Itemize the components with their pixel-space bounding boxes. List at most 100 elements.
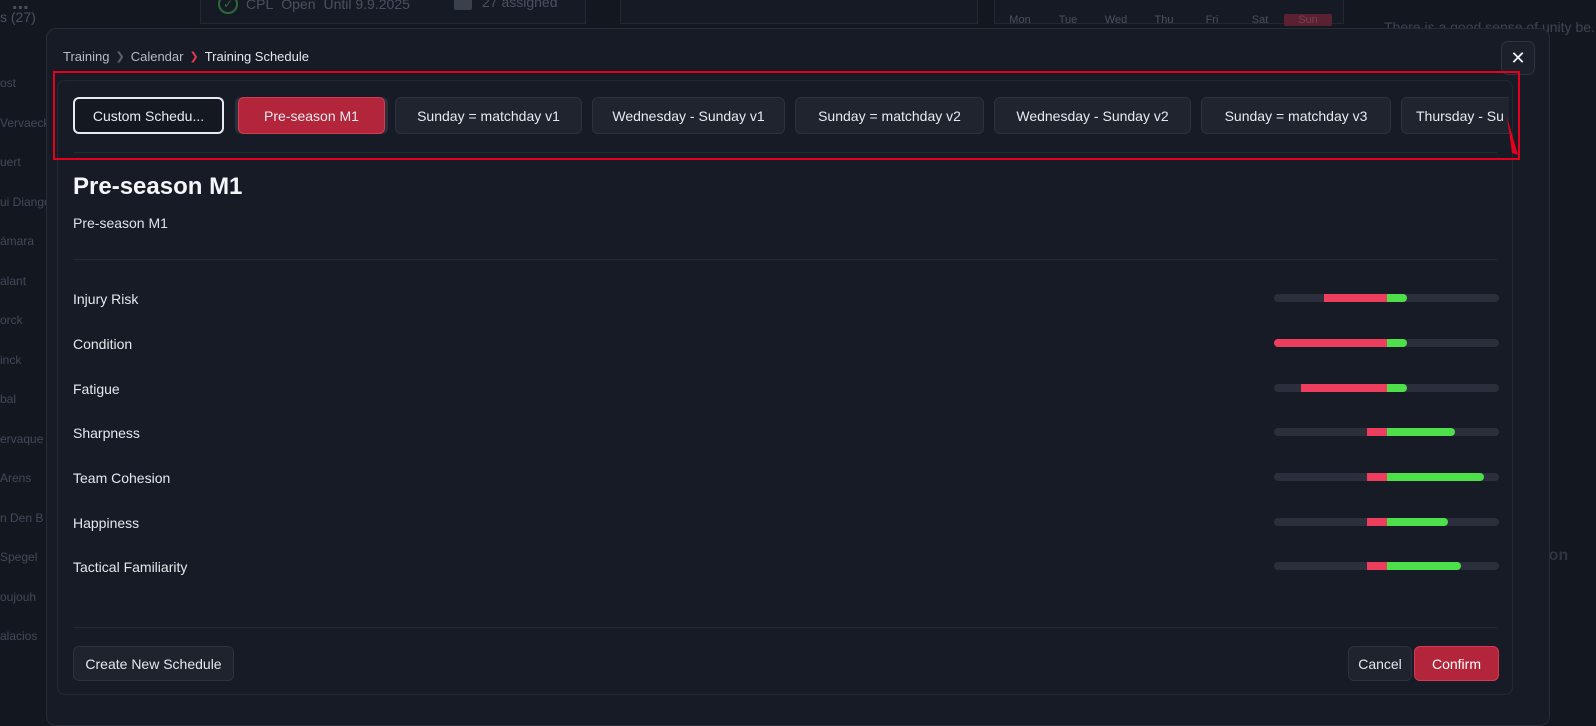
stat-bar-negative [1274,339,1387,347]
stat-bar [1274,384,1499,392]
tab-label: Custom Schedu... [92,107,205,124]
stat-bar-negative [1300,384,1387,392]
stat-bar [1274,473,1499,481]
bg-assigned-label: 27 assigned [482,0,558,10]
bg-player-name: Vervaeck [0,115,50,130]
stat-bar-negative [1323,294,1387,302]
training-schedule-modal: Training ❯ Calendar ❯ Training Schedule … [46,28,1550,726]
tab-pre-season-m1[interactable]: Pre-season M1 [238,97,385,134]
tab-wednesday-sunday-v1[interactable]: Wednesday - Sunday v1 [592,97,785,134]
stat-row-team-cohesion: Team Cohesion [73,463,1499,493]
schedule-title: Pre-season M1 [73,173,243,200]
stat-row-injury-risk: Injury Risk [73,284,1499,314]
bg-assigned: 27 assigned [454,0,558,10]
stat-bar [1274,518,1499,526]
tab-label: Pre-season M1 [264,107,359,124]
divider [73,627,1497,628]
stat-row-sharpness: Sharpness [73,418,1499,448]
stat-row-fatigue: Fatigue [73,374,1499,404]
breadcrumb-training-schedule: Training Schedule [204,49,309,64]
bg-player-name: uert [0,155,21,169]
bg-day: Tue [1058,14,1078,26]
divider [73,152,1497,153]
stat-bar-negative [1366,518,1387,526]
bg-player-name: orck [0,313,23,327]
tab-sunday-matchday-v2[interactable]: Sunday = matchday v2 [795,97,984,134]
tab-wednesday-sunday-v2[interactable]: Wednesday - Sunday v2 [994,97,1191,134]
bg-status: ✓ CPL Open Until 9.9.2025 [218,0,410,14]
stat-bar-positive [1386,562,1461,570]
bg-player-list: ost Vervaeck uert ui Diango ámara alant … [0,76,51,669]
bg-player-name: oujouh [0,589,37,604]
bg-day-sunday: Sun [1284,14,1332,26]
breadcrumb-calendar[interactable]: Calendar [131,49,184,64]
stat-label: Happiness [73,515,140,531]
close-button[interactable]: ✕ [1501,41,1535,75]
bg-day: Mon [1009,14,1031,26]
close-icon: ✕ [1510,47,1526,68]
bg-team-count: s (27) [0,9,36,25]
create-new-schedule-button[interactable]: Create New Schedule [73,646,234,681]
bg-status-value: Open [281,0,316,12]
tab-label: Sunday = matchday v1 [417,107,560,124]
bg-day: Thu [1154,14,1174,26]
breadcrumb-training[interactable]: Training [63,49,109,64]
bg-player-name: alant [0,273,27,288]
tab-label: Thursday - Su [1416,107,1504,124]
stat-bar-positive [1386,473,1484,481]
chevron-right-icon: ❯ [115,51,125,63]
bg-player-name: n Den B [0,510,44,525]
schedule-panel: Custom Schedu... Pre-season M1 Sunday = … [57,80,1513,695]
breadcrumb: Training ❯ Calendar ❯ Training Schedule [63,49,309,64]
stat-bar [1274,339,1499,347]
tab-thursday-sunday[interactable]: Thursday - Su [1401,97,1509,134]
tab-label: Wednesday - Sunday v1 [612,107,765,124]
stat-bar-positive [1386,294,1407,302]
bg-player-name: Spegel [0,550,38,564]
tab-label: Wednesday - Sunday v2 [1016,107,1169,124]
bg-player-name: inck [0,352,22,367]
stat-bar-positive [1386,384,1407,392]
tab-sunday-matchday-v3[interactable]: Sunday = matchday v3 [1201,97,1391,134]
schedule-description: Pre-season M1 [73,215,168,231]
tab-label: Sunday = matchday v2 [818,107,961,124]
stat-row-condition: Condition [73,329,1499,359]
schedule-tabs: Custom Schedu... Pre-season M1 Sunday = … [73,97,1509,137]
bg-toolbar-card [620,0,978,24]
cancel-button[interactable]: Cancel [1348,646,1412,681]
stat-bar-negative [1366,473,1387,481]
chevron-right-icon: ❯ [189,51,199,63]
bg-player-name: bal [0,392,17,406]
bg-player-name: ervaque [0,431,44,446]
tab-label: Sunday = matchday v3 [1224,107,1368,124]
bg-player-name: ámara [0,234,35,248]
stat-bar [1274,294,1499,302]
bg-day: Fri [1205,14,1219,26]
bg-player-name: ost [0,76,17,90]
stat-label: Fatigue [73,381,120,397]
bg-status-until: Until 9.9.2025 [323,0,410,12]
stat-bar-positive [1386,428,1455,436]
stat-row-tactical-familiarity: Tactical Familiarity [73,552,1499,582]
stat-label: Sharpness [73,425,140,441]
stat-label: Team Cohesion [73,470,171,486]
stat-label: Tactical Familiarity [73,559,188,575]
confirm-button[interactable]: Confirm [1414,646,1499,681]
stat-bar [1274,562,1499,570]
stat-bar [1274,428,1499,436]
check-circle-icon: ✓ [218,0,238,14]
bg-status-label: CPL [246,0,274,12]
stat-bar-negative [1366,428,1387,436]
bg-player-name: ui Diango [0,194,51,209]
bg-player-name: alacios [0,629,38,643]
bg-day: Sat [1251,14,1269,26]
bg-player-name: Arens [0,471,32,485]
divider [73,259,1497,260]
shirt-icon [454,0,472,10]
stat-label: Condition [73,336,133,352]
tab-custom-schedule[interactable]: Custom Schedu... [73,97,224,134]
tab-sunday-matchday-v1[interactable]: Sunday = matchday v1 [395,97,582,134]
stat-bar-negative [1366,562,1387,570]
stat-bar-positive [1386,339,1407,347]
bg-weekdays: Mon Tue Wed Thu Fri Sat Sun [996,14,1332,26]
